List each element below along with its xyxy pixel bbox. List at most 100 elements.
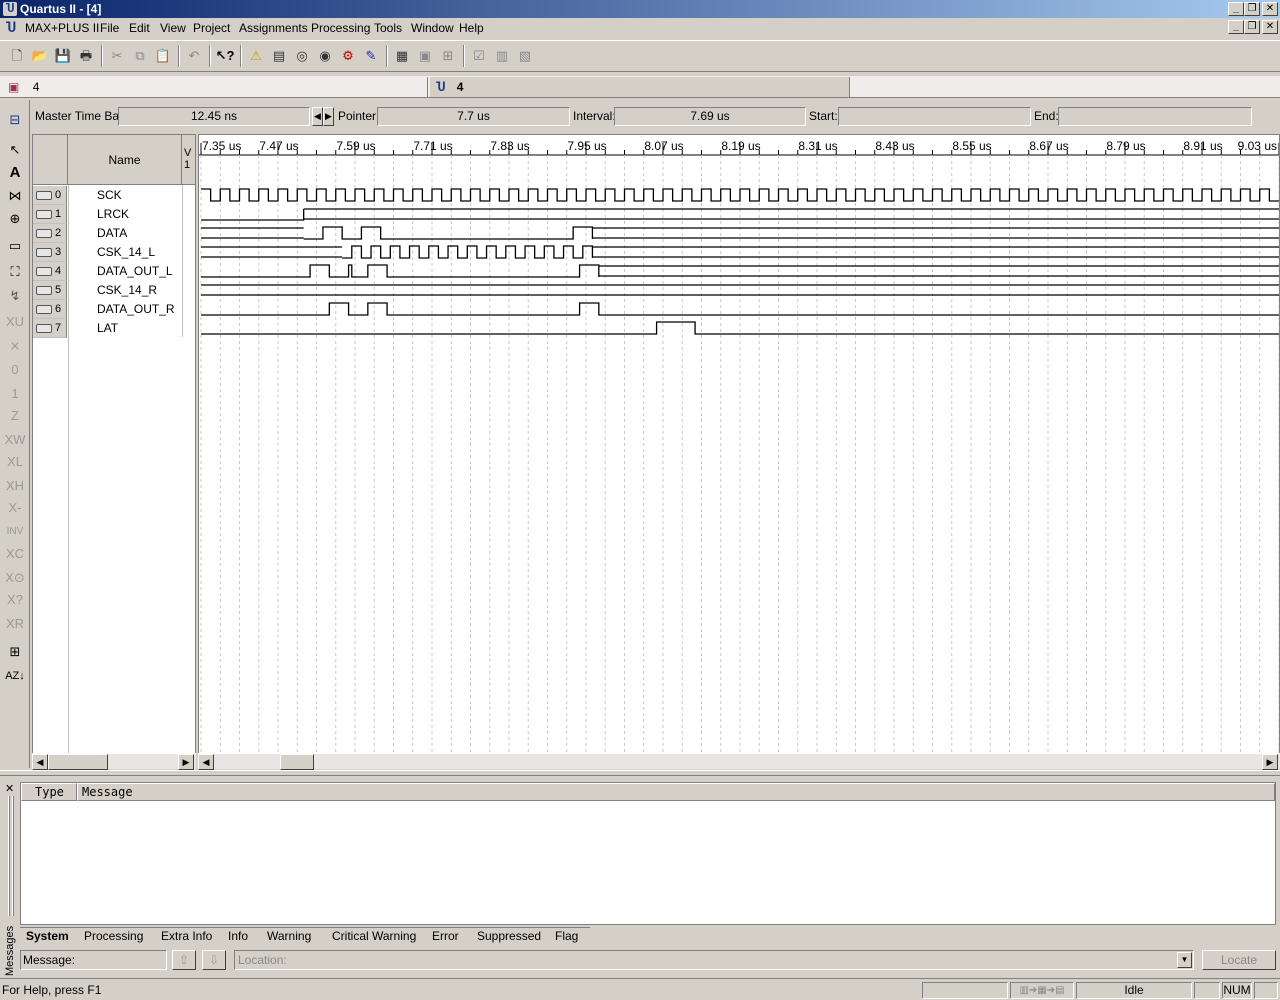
signal-row[interactable]: 3 CSK_14_L — [33, 243, 195, 262]
signal-row[interactable]: 6 DATA_OUT_R — [33, 300, 195, 319]
menu-project[interactable]: Project — [193, 21, 230, 35]
master-time-bar-field[interactable]: 12.45 ns — [118, 107, 310, 126]
messages-tab[interactable]: Warning — [267, 928, 311, 944]
overwrite-clock-icon[interactable]: X⊙ — [4, 568, 26, 588]
simulate-icon[interactable]: ⚙ — [337, 45, 359, 67]
names-hscrollbar[interactable]: ◀ ▶ — [32, 753, 196, 770]
menu-window[interactable]: Window — [411, 21, 454, 35]
random-value-icon[interactable]: XR — [4, 614, 26, 634]
mdi-minimize-button[interactable]: _ — [1228, 20, 1244, 34]
high-impedance-icon[interactable]: Z — [4, 406, 26, 426]
menu-help[interactable]: Help — [459, 21, 484, 35]
messages-tab[interactable]: Extra Info — [161, 928, 212, 944]
messages-tab[interactable]: Critical Warning — [332, 928, 416, 944]
copy-icon[interactable]: ⧉ — [129, 45, 151, 67]
master-prev-button[interactable]: ◀ — [312, 107, 323, 126]
floorplan-icon[interactable]: ▧ — [514, 45, 536, 67]
cut-icon[interactable]: ✂ — [106, 45, 128, 67]
hierarchy-icon[interactable]: ⊞ — [437, 45, 459, 67]
minimize-button[interactable]: _ — [1228, 2, 1244, 16]
doc-tab-left[interactable]: ▣ 4 — [8, 77, 428, 97]
name-column-header[interactable]: Name — [68, 135, 182, 185]
signal-row[interactable]: 1 LRCK — [33, 205, 195, 224]
locate-button[interactable]: Locate — [1202, 950, 1276, 970]
close-button[interactable]: ✕ — [1262, 2, 1278, 16]
selection-tool-icon[interactable]: ↖ — [4, 140, 26, 160]
waveform-editing-icon[interactable]: ⋈ — [4, 186, 26, 206]
waveform-scroll-thumb[interactable] — [280, 754, 314, 770]
find-icon[interactable]: ⛶ — [4, 262, 26, 282]
next-message-button[interactable]: ⇩ — [202, 950, 226, 970]
print-icon[interactable]: 🖶 — [75, 45, 97, 67]
location-combo[interactable]: Location: ▼ — [234, 950, 1194, 970]
invert-icon[interactable]: INV — [4, 522, 26, 542]
menu-edit[interactable]: Edit — [129, 21, 150, 35]
messages-tab[interactable]: Processing — [84, 928, 143, 944]
messages-tab[interactable]: System — [26, 928, 69, 944]
zoom-tool-icon[interactable]: ⊕ — [4, 209, 26, 229]
weak-low-icon[interactable]: XL — [4, 452, 26, 472]
scroll-right-button[interactable]: ▶ — [1262, 754, 1278, 770]
waveform-canvas[interactable]: 7.35 us 7.47 us 7.59 us 7.71 us 7.83 us 7.95 … — [199, 135, 1280, 754]
mdi-restore-button[interactable]: ❐ — [1244, 20, 1260, 34]
doc-tab-right[interactable]: Ⴎ 4 — [430, 77, 850, 97]
menu-file[interactable]: File — [100, 21, 119, 35]
signal-row[interactable]: 5 CSK_14_R — [33, 281, 195, 300]
weak-high-icon[interactable]: XH — [4, 476, 26, 496]
menu-maxplus[interactable]: MAX+PLUS II — [25, 21, 99, 35]
dont-care-icon[interactable]: X- — [4, 498, 26, 518]
messages-splitter[interactable] — [0, 770, 1280, 776]
waveform-view-icon[interactable]: ⊟ — [4, 110, 26, 130]
undo-icon[interactable]: ↶ — [183, 45, 205, 67]
snap-to-grid-icon[interactable]: ⊞ — [4, 642, 26, 662]
messages-tab[interactable]: Info — [228, 928, 248, 944]
uninitialized-icon[interactable]: XU — [4, 312, 26, 332]
context-help-icon[interactable]: ↖? — [214, 45, 236, 67]
menu-tools[interactable]: Tools — [374, 21, 402, 35]
programmer-icon[interactable]: ✎ — [360, 45, 382, 67]
messages-list[interactable]: Type Message — [20, 782, 1276, 925]
analysis-icon[interactable]: ◎ — [291, 45, 313, 67]
forcing-low-icon[interactable]: 0 — [4, 360, 26, 380]
forcing-high-icon[interactable]: 1 — [4, 384, 26, 404]
scroll-left-button[interactable]: ◀ — [32, 754, 48, 770]
replace-icon[interactable]: ↯ — [4, 286, 26, 306]
names-scroll-thumb[interactable] — [48, 754, 108, 770]
pins-icon[interactable]: ▥ — [491, 45, 513, 67]
assignments-icon[interactable]: ☑ — [468, 45, 490, 67]
signal-row[interactable]: 7 LAT — [33, 319, 195, 338]
document-system-icon[interactable]: Ⴎ — [3, 20, 19, 36]
master-next-button[interactable]: ▶ — [323, 107, 334, 126]
paste-icon[interactable]: 📋 — [152, 45, 174, 67]
settings-icon[interactable]: ▣ — [414, 45, 436, 67]
weak-unknown-icon[interactable]: XW — [4, 430, 26, 450]
waveform-hscrollbar[interactable]: ◀ ▶ — [198, 753, 1280, 770]
signal-row[interactable]: 0 SCK — [33, 186, 195, 205]
full-screen-icon[interactable]: ▭ — [4, 236, 26, 256]
restore-button[interactable]: ❐ — [1244, 2, 1260, 16]
waveform-panel[interactable]: 7.35 us 7.47 us 7.59 us 7.71 us 7.83 us 7.95 … — [198, 134, 1280, 754]
menu-assignments[interactable]: Assignments — [239, 21, 308, 35]
scroll-left-button[interactable]: ◀ — [198, 754, 214, 770]
count-value-icon[interactable]: XC — [4, 544, 26, 564]
report-icon[interactable]: ▦ — [391, 45, 413, 67]
compile-icon[interactable]: ▤ — [268, 45, 290, 67]
value-column-header[interactable]: V 1 — [182, 135, 195, 185]
text-tool-icon[interactable]: A — [4, 163, 26, 183]
new-icon[interactable]: 🗋 — [6, 45, 28, 67]
open-icon[interactable]: 📂 — [29, 45, 51, 67]
signal-row[interactable]: 2 DATA — [33, 224, 195, 243]
chevron-down-icon[interactable]: ▼ — [1177, 952, 1192, 968]
type-column-header[interactable]: Type — [21, 783, 77, 801]
warning-icon[interactable]: ⚠ — [245, 45, 267, 67]
mdi-close-button[interactable]: ✕ — [1262, 20, 1278, 34]
timing-icon[interactable]: ◉ — [314, 45, 336, 67]
quartus-app-icon[interactable]: Ⴎ — [3, 2, 17, 16]
previous-message-button[interactable]: ⇧ — [172, 950, 196, 970]
message-column-header[interactable]: Message — [77, 783, 1275, 801]
arbitrary-value-icon[interactable]: X? — [4, 590, 26, 610]
scroll-right-button[interactable]: ▶ — [178, 754, 194, 770]
messages-tab[interactable]: Flag — [555, 928, 578, 944]
sort-icon[interactable]: AZ↓ — [4, 666, 26, 686]
signal-row[interactable]: 4 DATA_OUT_L — [33, 262, 195, 281]
